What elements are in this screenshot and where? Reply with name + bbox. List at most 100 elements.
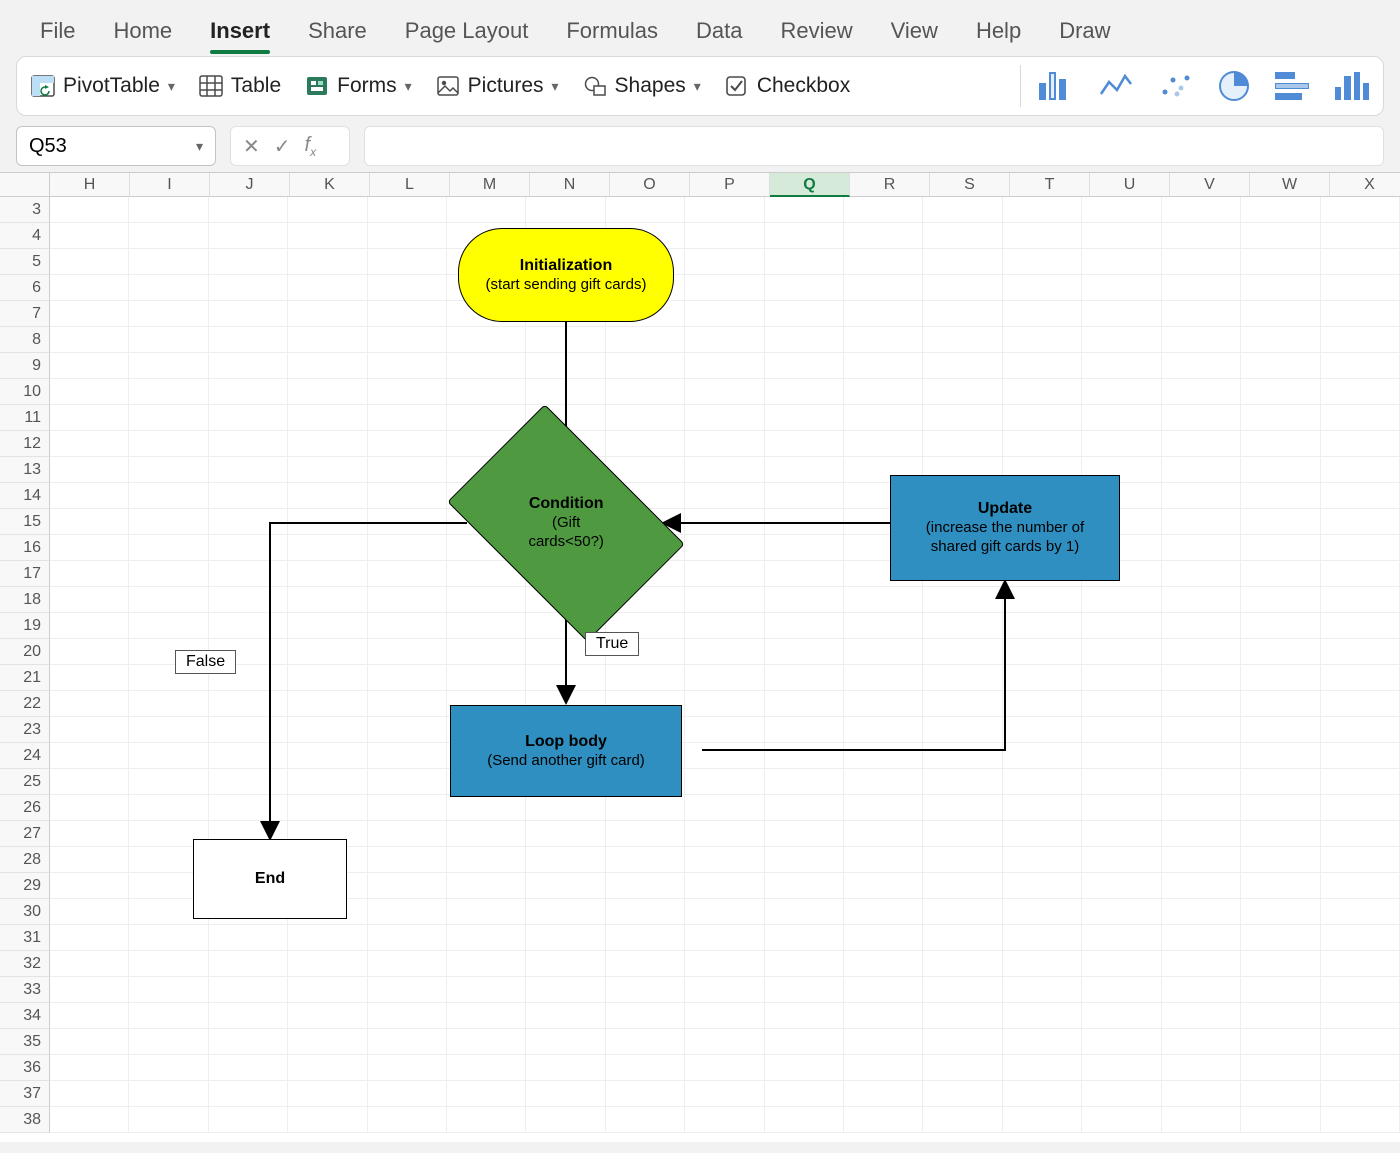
menu-help[interactable]: Help bbox=[976, 18, 1021, 44]
flow-loop-body[interactable]: Loop body (Send another gift card) bbox=[450, 705, 682, 797]
scatter-chart-icon[interactable] bbox=[1159, 72, 1193, 100]
row-header-9[interactable]: 9 bbox=[0, 353, 50, 379]
row-header-29[interactable]: 29 bbox=[0, 873, 50, 899]
menu-insert[interactable]: Insert bbox=[210, 18, 270, 44]
cancel-icon[interactable]: ✕ bbox=[243, 134, 260, 159]
row-header-38[interactable]: 38 bbox=[0, 1107, 50, 1133]
row-header-6[interactable]: 6 bbox=[0, 275, 50, 301]
row-header-19[interactable]: 19 bbox=[0, 613, 50, 639]
confirm-icon[interactable]: ✓ bbox=[274, 134, 291, 159]
table-label: Table bbox=[231, 74, 281, 98]
column-header-Q[interactable]: Q bbox=[770, 173, 850, 197]
row-header-10[interactable]: 10 bbox=[0, 379, 50, 405]
select-all-corner[interactable] bbox=[0, 173, 50, 197]
row-header-23[interactable]: 23 bbox=[0, 717, 50, 743]
column-header-X[interactable]: X bbox=[1330, 173, 1400, 197]
row-header-24[interactable]: 24 bbox=[0, 743, 50, 769]
row-header-33[interactable]: 33 bbox=[0, 977, 50, 1003]
row-header-12[interactable]: 12 bbox=[0, 431, 50, 457]
row-header-22[interactable]: 22 bbox=[0, 691, 50, 717]
flow-condition[interactable]: Condition (Gift cards<50?) bbox=[467, 454, 665, 592]
pictures-icon bbox=[436, 75, 460, 97]
row-header-31[interactable]: 31 bbox=[0, 925, 50, 951]
row-header-16[interactable]: 16 bbox=[0, 535, 50, 561]
row-header-25[interactable]: 25 bbox=[0, 769, 50, 795]
column-header-H[interactable]: H bbox=[50, 173, 130, 197]
column-header-L[interactable]: L bbox=[370, 173, 450, 197]
chevron-down-icon: ▾ bbox=[694, 78, 701, 95]
flow-end[interactable]: End bbox=[193, 839, 347, 919]
row-header-11[interactable]: 11 bbox=[0, 405, 50, 431]
row-header-32[interactable]: 32 bbox=[0, 951, 50, 977]
row-header-28[interactable]: 28 bbox=[0, 847, 50, 873]
loop-title: Loop body bbox=[525, 732, 607, 752]
menu-view[interactable]: View bbox=[891, 18, 938, 44]
column-header-U[interactable]: U bbox=[1090, 173, 1170, 197]
row-header-4[interactable]: 4 bbox=[0, 223, 50, 249]
row-header-27[interactable]: 27 bbox=[0, 821, 50, 847]
column-header-K[interactable]: K bbox=[290, 173, 370, 197]
row-header-34[interactable]: 34 bbox=[0, 1003, 50, 1029]
row-header-20[interactable]: 20 bbox=[0, 639, 50, 665]
column-header-O[interactable]: O bbox=[610, 173, 690, 197]
table-button[interactable]: Table bbox=[199, 74, 281, 98]
menu-formulas[interactable]: Formulas bbox=[566, 18, 658, 44]
row-header-26[interactable]: 26 bbox=[0, 795, 50, 821]
cond-title: Condition bbox=[486, 494, 646, 514]
shapes-label: Shapes bbox=[615, 74, 686, 98]
cond-sub2: cards<50?) bbox=[486, 533, 646, 552]
column-header-J[interactable]: J bbox=[210, 173, 290, 197]
row-header-17[interactable]: 17 bbox=[0, 561, 50, 587]
checkbox-button[interactable]: Checkbox bbox=[725, 74, 850, 98]
column-header-M[interactable]: M bbox=[450, 173, 530, 197]
flow-update[interactable]: Update (increase the number of shared gi… bbox=[890, 475, 1120, 581]
column-header-T[interactable]: T bbox=[1010, 173, 1090, 197]
row-header-18[interactable]: 18 bbox=[0, 587, 50, 613]
row-header-21[interactable]: 21 bbox=[0, 665, 50, 691]
column-header-W[interactable]: W bbox=[1250, 173, 1330, 197]
histogram-chart-icon[interactable] bbox=[1335, 72, 1369, 100]
column-header-V[interactable]: V bbox=[1170, 173, 1250, 197]
menu-share[interactable]: Share bbox=[308, 18, 367, 44]
line-chart-icon[interactable] bbox=[1099, 72, 1133, 100]
row-header-8[interactable]: 8 bbox=[0, 327, 50, 353]
init-title: Initialization bbox=[520, 256, 612, 276]
cells-area[interactable] bbox=[50, 197, 1400, 1133]
row-header-37[interactable]: 37 bbox=[0, 1081, 50, 1107]
row-header-15[interactable]: 15 bbox=[0, 509, 50, 535]
pie-chart-icon[interactable] bbox=[1219, 71, 1249, 101]
pivottable-button[interactable]: PivotTable ▾ bbox=[31, 74, 175, 98]
bar-chart-icon[interactable] bbox=[1275, 72, 1309, 100]
row-header-36[interactable]: 36 bbox=[0, 1055, 50, 1081]
menu-draw[interactable]: Draw bbox=[1059, 18, 1110, 44]
chevron-down-icon: ▾ bbox=[168, 78, 175, 95]
row-header-5[interactable]: 5 bbox=[0, 249, 50, 275]
row-header-3[interactable]: 3 bbox=[0, 197, 50, 223]
row-header-35[interactable]: 35 bbox=[0, 1029, 50, 1055]
column-header-I[interactable]: I bbox=[130, 173, 210, 197]
column-chart-icon[interactable] bbox=[1039, 72, 1073, 100]
row-header-7[interactable]: 7 bbox=[0, 301, 50, 327]
column-header-S[interactable]: S bbox=[930, 173, 1010, 197]
row-header-30[interactable]: 30 bbox=[0, 899, 50, 925]
menu-review[interactable]: Review bbox=[781, 18, 853, 44]
pictures-button[interactable]: Pictures ▾ bbox=[436, 74, 559, 98]
row-header-13[interactable]: 13 bbox=[0, 457, 50, 483]
column-header-R[interactable]: R bbox=[850, 173, 930, 197]
shapes-button[interactable]: Shapes ▾ bbox=[583, 74, 701, 98]
menu-home[interactable]: Home bbox=[113, 18, 172, 44]
menu-file[interactable]: File bbox=[40, 18, 75, 44]
formula-bar-input[interactable] bbox=[364, 126, 1384, 166]
forms-button[interactable]: Forms ▾ bbox=[305, 74, 412, 98]
spreadsheet-grid[interactable]: HIJKLMNOPQRSTUVWX 3456789101112131415161… bbox=[0, 172, 1400, 1142]
row-header-14[interactable]: 14 bbox=[0, 483, 50, 509]
menu-bar: File Home Insert Share Page Layout Formu… bbox=[0, 0, 1400, 56]
flow-initialization[interactable]: Initialization (start sending gift cards… bbox=[458, 228, 674, 322]
column-header-P[interactable]: P bbox=[690, 173, 770, 197]
menu-data[interactable]: Data bbox=[696, 18, 742, 44]
menu-pagelayout[interactable]: Page Layout bbox=[405, 18, 529, 44]
forms-label: Forms bbox=[337, 74, 397, 98]
column-header-N[interactable]: N bbox=[530, 173, 610, 197]
name-box[interactable]: Q53 ▾ bbox=[16, 126, 216, 166]
fx-icon[interactable]: fx bbox=[305, 134, 317, 159]
